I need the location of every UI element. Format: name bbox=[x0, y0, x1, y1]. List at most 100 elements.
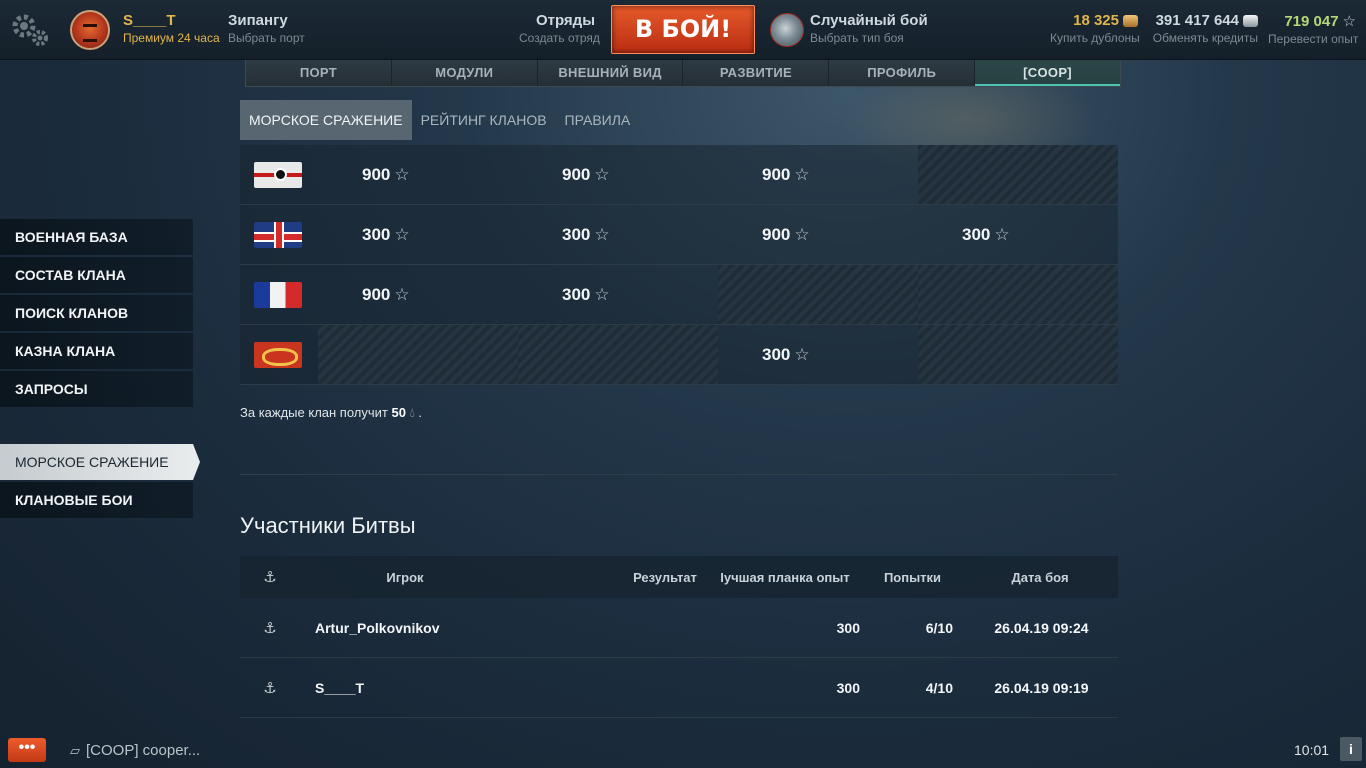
rewards-grid: 900 ☆ 900 ☆ 900 ☆ 300 ☆ 300 ☆ 900 ☆ 300 ☆ 900 ☆ … bbox=[240, 145, 1118, 385]
star-icon: ☆ bbox=[794, 164, 810, 184]
reward-value: 900 bbox=[362, 164, 391, 184]
flag-cell bbox=[240, 265, 318, 324]
rewards-row: 300 ☆ bbox=[240, 325, 1118, 385]
reward-value: 300 bbox=[562, 224, 591, 244]
reward-note-suffix: . bbox=[418, 405, 423, 420]
subtab-naval-battle[interactable]: МОРСКОЕ СРАЖЕНИЕ bbox=[240, 100, 412, 140]
reward-cell-empty bbox=[318, 325, 518, 384]
sidebar-item-treasury[interactable]: КАЗНА КЛАНА bbox=[0, 333, 193, 369]
star-icon: ☆ bbox=[794, 224, 810, 244]
reward-cell: 300 ☆ bbox=[318, 205, 518, 264]
reward-value: 900 bbox=[362, 284, 391, 304]
credits-block[interactable]: 391 417 644 Обменять кредиты bbox=[1150, 12, 1258, 45]
col-best-exp[interactable]: Іучшая планка опыт bbox=[710, 570, 860, 585]
sub-tabs: МОРСКОЕ СРАЖЕНИЕ РЕЙТИНГ КЛАНОВ ПРАВИЛА bbox=[240, 100, 639, 140]
best-exp-cell: 300 bbox=[836, 619, 860, 636]
sidebar-item-clan-search[interactable]: ПОИСК КЛАНОВ bbox=[0, 295, 193, 331]
star-icon: ☆ bbox=[594, 164, 610, 184]
battle-mode-sub: Выбрать тип боя bbox=[810, 31, 904, 45]
reward-cell: 900 ☆ bbox=[318, 265, 518, 324]
tab-port[interactable]: ПОРТ bbox=[246, 60, 392, 86]
player-name-cell[interactable]: Artur_Polkovnikov bbox=[300, 620, 600, 636]
reward-cell: 300 ☆ bbox=[718, 325, 918, 384]
reward-cell: 300 ☆ bbox=[518, 205, 718, 264]
tab-profile[interactable]: ПРОФИЛЬ bbox=[829, 60, 976, 86]
star-icon: ☆ bbox=[794, 344, 810, 364]
anchor-icon: ⚓ bbox=[263, 619, 277, 637]
subtab-clan-rating[interactable]: РЕЙТИНГ КЛАНОВ bbox=[412, 100, 556, 140]
sidebar-item-requests[interactable]: ЗАПРОСЫ bbox=[0, 371, 193, 407]
table-row[interactable]: ⚓ Artur_Polkovnikov 300 6/10 26.04.19 09… bbox=[240, 598, 1118, 658]
chat-notification[interactable]: ▱ [COOP] cooper... bbox=[70, 742, 200, 759]
reward-cell: 900 ☆ bbox=[318, 145, 518, 204]
sidebar-clan: ВОЕННАЯ БАЗА СОСТАВ КЛАНА ПОИСК КЛАНОВ К… bbox=[0, 219, 193, 409]
doubloons-sub: Купить дублоны bbox=[1050, 31, 1140, 45]
chat-notification-text: [COOP] cooper... bbox=[86, 742, 201, 759]
premium-status: Премиум 24 часа bbox=[123, 31, 220, 45]
player-name-cell[interactable]: S____T bbox=[300, 680, 600, 696]
reward-value: 900 bbox=[762, 164, 791, 184]
reward-note-text: За каждые клан получит bbox=[240, 405, 388, 420]
chat-button[interactable]: ••• bbox=[8, 738, 46, 762]
reward-note-amount: 50 bbox=[391, 405, 406, 420]
tab-appearance[interactable]: ВНЕШНИЙ ВИД bbox=[538, 60, 684, 86]
free-exp-amount: 719 047 bbox=[1284, 12, 1339, 30]
sidebar-item-clan-members[interactable]: СОСТАВ КЛАНА bbox=[0, 257, 193, 293]
flag-cell bbox=[240, 205, 318, 264]
info-button[interactable]: i bbox=[1340, 737, 1362, 761]
port-name: Зипангу bbox=[228, 12, 288, 29]
credits-icon bbox=[1243, 14, 1258, 27]
sidebar-item-naval-battle[interactable]: МОРСКОЕ СРАЖЕНИЕ bbox=[0, 444, 200, 480]
squads-button[interactable]: Отряды Создать отряд bbox=[519, 12, 600, 45]
rewards-row: 900 ☆ 900 ☆ 900 ☆ bbox=[240, 145, 1118, 205]
star-icon: ☆ bbox=[394, 224, 410, 244]
col-date[interactable]: Дата боя bbox=[965, 570, 1115, 585]
free-exp-sub: Перевести опыт bbox=[1268, 32, 1359, 46]
port-selector[interactable]: Зипангу Выбрать порт bbox=[228, 12, 305, 45]
star-icon: ☆ bbox=[394, 164, 410, 184]
doubloons-icon bbox=[1123, 14, 1138, 27]
col-player[interactable]: Игрок bbox=[300, 570, 620, 585]
best-exp-cell: 300 bbox=[836, 679, 860, 696]
battle-button[interactable]: В БОЙ! bbox=[611, 5, 755, 54]
table-header: ⚓ Игрок Результат Іучшая планка опыт Поп… bbox=[240, 556, 1118, 598]
flag-france-icon bbox=[254, 281, 302, 308]
clan-avatar[interactable] bbox=[70, 10, 110, 50]
battle-mode-icon[interactable] bbox=[770, 13, 804, 47]
credits-sub: Обменять кредиты bbox=[1152, 31, 1258, 45]
doubloons-block[interactable]: 18 325 Купить дублоны bbox=[1050, 12, 1140, 45]
doubloons-amount: 18 325 bbox=[1073, 12, 1119, 29]
flag-cell bbox=[240, 145, 318, 204]
tab-clan[interactable]: [COOP] bbox=[975, 60, 1120, 86]
free-exp-block[interactable]: 719 047 ☆ Перевести опыт bbox=[1268, 12, 1359, 47]
flag-germany-icon bbox=[254, 161, 302, 188]
flag-cell bbox=[240, 325, 318, 384]
anchor-icon: ⚓ bbox=[263, 569, 277, 586]
player-block[interactable]: S____T Премиум 24 часа bbox=[123, 12, 220, 45]
star-icon: ☆ bbox=[994, 224, 1010, 244]
sidebar-item-clan-battles[interactable]: КЛАНОВЫЕ БОИ bbox=[0, 482, 193, 518]
top-bar: S____T Премиум 24 часа Зипангу Выбрать п… bbox=[0, 0, 1366, 60]
reward-cell: 300 ☆ bbox=[518, 265, 718, 324]
subtab-rules[interactable]: ПРАВИЛА bbox=[556, 100, 640, 140]
settings-gear-icon[interactable] bbox=[10, 12, 50, 48]
reward-cell: 300 ☆ bbox=[918, 205, 1118, 264]
battle-mode-selector[interactable]: Случайный бой Выбрать тип боя bbox=[810, 12, 928, 45]
sidebar-item-military-base[interactable]: ВОЕННАЯ БАЗА bbox=[0, 219, 193, 255]
col-tries[interactable]: Попытки bbox=[860, 570, 965, 585]
tab-modules[interactable]: МОДУЛИ bbox=[392, 60, 538, 86]
credits-amount: 391 417 644 bbox=[1155, 12, 1239, 29]
table-row[interactable]: ⚓ S____T 300 4/10 26.04.19 09:19 bbox=[240, 658, 1118, 718]
col-result[interactable]: Результат bbox=[620, 570, 710, 585]
reward-cell: 900 ☆ bbox=[718, 145, 918, 204]
reward-cell-empty bbox=[918, 265, 1118, 324]
tab-development[interactable]: РАЗВИТИЕ bbox=[683, 60, 830, 86]
flag-pan-asia-icon bbox=[254, 341, 302, 368]
tries-cell: 6/10 bbox=[925, 619, 953, 636]
reward-cell-empty bbox=[918, 145, 1118, 204]
reward-cell-empty bbox=[518, 325, 718, 384]
squads-label: Отряды bbox=[535, 12, 595, 29]
star-icon: ☆ bbox=[594, 224, 610, 244]
reward-value: 900 bbox=[762, 224, 791, 244]
reward-note: За каждые клан получит 50 💧︎ . bbox=[240, 405, 422, 421]
